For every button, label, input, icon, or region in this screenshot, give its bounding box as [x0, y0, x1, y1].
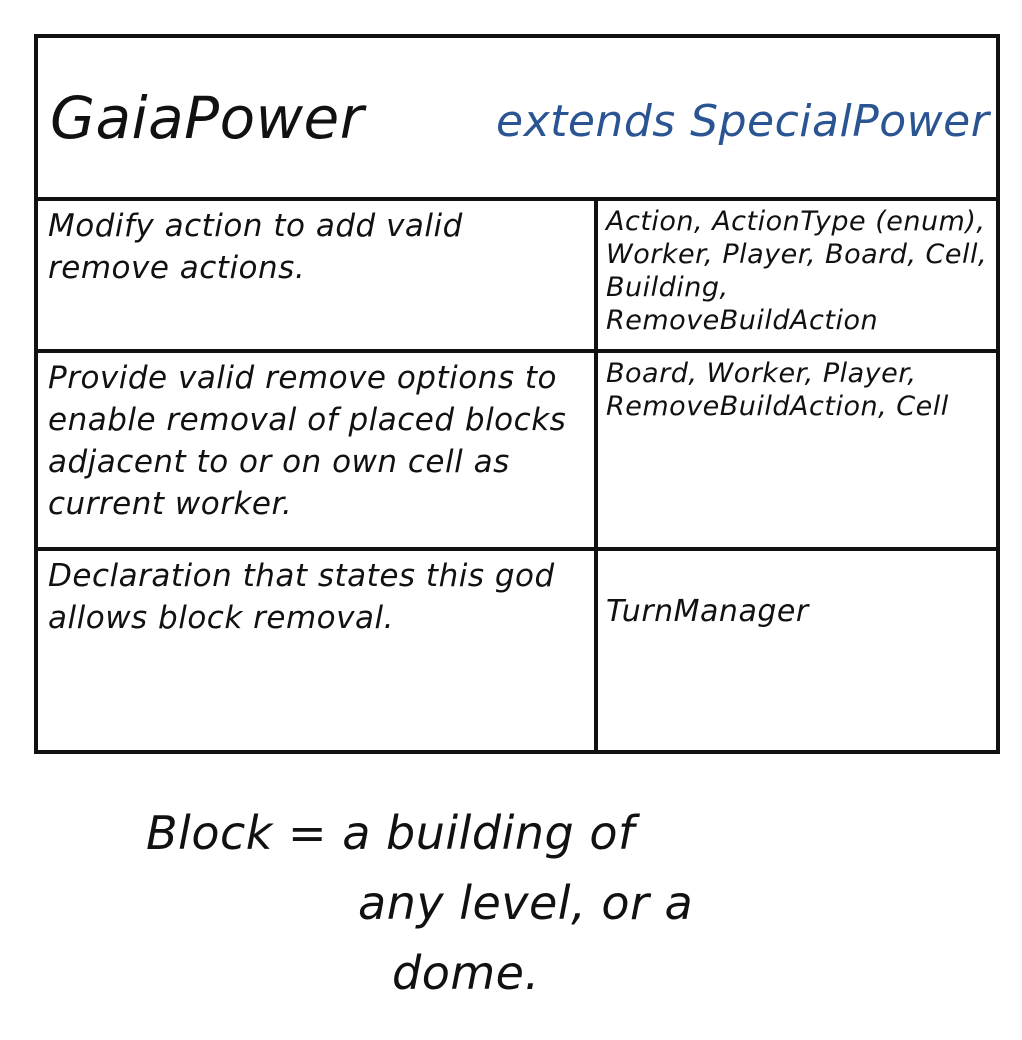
card-row: Declaration that states this god allows … [38, 551, 996, 750]
superclass-label: extends SpecialPower [496, 96, 990, 147]
note-line: Block = a building of [146, 806, 635, 860]
note-line: dome. [392, 946, 540, 1000]
card-row: Modify action to add valid remove action… [38, 201, 996, 353]
responsibility-text: Modify action to add valid remove action… [48, 208, 463, 286]
collaborators-text: Board, Worker, Player, RemoveBuildAction… [606, 358, 949, 422]
class-name: GaiaPower [50, 84, 365, 152]
note-line: any level, or a [358, 876, 694, 930]
responsibility-text: Provide valid remove options to enable r… [48, 360, 567, 522]
card-header: GaiaPower extends SpecialPower [38, 38, 996, 201]
card-row: Provide valid remove options to enable r… [38, 353, 996, 551]
crc-card: GaiaPower extends SpecialPower Modify ac… [34, 34, 1000, 754]
collaborators-text: TurnManager [606, 594, 809, 629]
collaborators-text: Action, ActionType (enum), Worker, Playe… [606, 206, 988, 336]
responsibility-text: Declaration that states this god allows … [48, 558, 555, 636]
column-divider [594, 201, 598, 750]
